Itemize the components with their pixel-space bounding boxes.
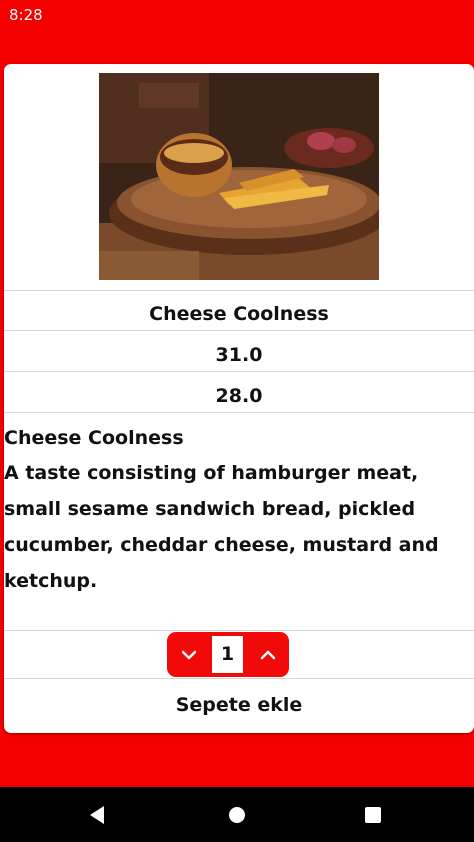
description-title: Cheese Coolness xyxy=(4,427,184,449)
product-image xyxy=(99,73,379,280)
status-bar: 8:28 xyxy=(0,0,474,30)
burger-fries-photo-icon xyxy=(99,73,379,280)
description-text: A taste consisting of hamburger meat, sm… xyxy=(4,462,439,592)
recents-square-icon[interactable] xyxy=(363,805,383,825)
quantity-value: 1 xyxy=(212,636,243,673)
chevron-up-icon xyxy=(260,650,275,659)
divider xyxy=(4,371,474,372)
add-to-cart-button[interactable]: Sepete ekle xyxy=(4,694,474,716)
product-discount-price: 28.0 xyxy=(215,385,263,407)
chevron-down-icon xyxy=(181,650,196,659)
quantity-stepper: 1 xyxy=(167,632,289,677)
status-time: 8:28 xyxy=(9,6,43,24)
navigation-bar xyxy=(0,787,474,842)
increase-quantity-button[interactable] xyxy=(246,632,289,677)
product-price: 31.0 xyxy=(215,344,263,366)
divider xyxy=(4,412,474,413)
divider xyxy=(4,630,474,631)
divider xyxy=(4,678,474,679)
product-card: Cheese Coolness 31.0 28.0 Cheese Coolnes… xyxy=(4,64,474,733)
home-circle-icon[interactable] xyxy=(227,805,247,825)
divider xyxy=(4,330,474,331)
product-name: Cheese Coolness xyxy=(149,303,329,325)
back-triangle-icon[interactable] xyxy=(88,805,108,825)
decrease-quantity-button[interactable] xyxy=(167,632,210,677)
divider xyxy=(4,290,474,291)
